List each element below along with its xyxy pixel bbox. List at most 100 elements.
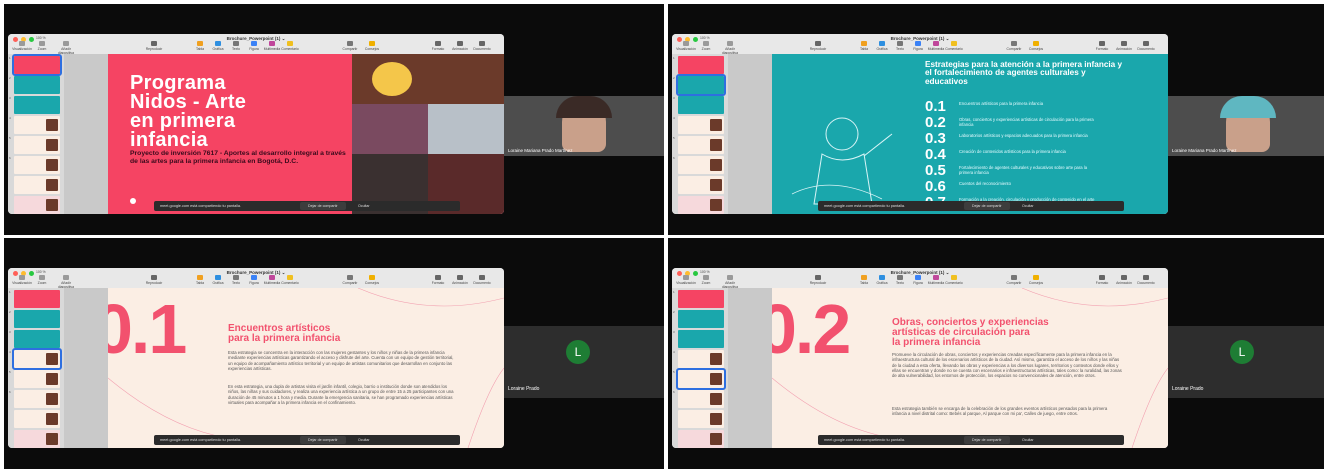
slide-thumbnail[interactable] <box>678 96 724 114</box>
toolbar-label: Consejos <box>364 281 380 285</box>
zoom-button[interactable]: Zoom <box>30 275 54 285</box>
slide-thumbnail[interactable] <box>676 74 726 96</box>
slide[interactable]: Programa Nidos - Arte en primera infancia Pr… <box>108 54 504 214</box>
strategy-item: 0.3 Laboratorios artísticos y espacios ad… <box>925 131 1125 148</box>
play-button[interactable]: Reproducir <box>142 41 166 51</box>
tips-button[interactable]: Consejos <box>360 41 384 51</box>
document-button[interactable]: Documento <box>470 275 494 285</box>
slide[interactable]: 0.2 Obras, conciertos y experiencias artís… <box>772 288 1168 448</box>
zoom-button[interactable]: Zoom <box>694 275 718 285</box>
hide-button[interactable]: Ocultar <box>1022 435 1034 445</box>
slide-thumbnail[interactable] <box>678 136 724 154</box>
play-button[interactable]: Reproducir <box>806 275 830 285</box>
slide-thumbnail[interactable] <box>678 330 724 348</box>
tips-button[interactable]: Consejos <box>360 275 384 285</box>
strategy-text: Fortalecimiento de agentes culturales y … <box>959 165 1088 175</box>
comment-button[interactable]: Comentario <box>278 41 302 51</box>
document-button[interactable]: Documento <box>1134 275 1158 285</box>
slide-thumbnail[interactable] <box>14 156 60 174</box>
play-button[interactable]: Reproducir <box>142 275 166 285</box>
slide-thumbnail[interactable] <box>676 368 726 390</box>
slide-thumbnail[interactable] <box>14 290 60 308</box>
thumbnail-image <box>46 159 58 171</box>
slide-thumbnail[interactable] <box>14 390 60 408</box>
animate-button[interactable]: Animación <box>1112 275 1136 285</box>
section-heading: Obras, conciertos y experiencias artístic… <box>892 318 1049 348</box>
slide-thumbnail[interactable] <box>14 176 60 194</box>
share-button[interactable]: Compartir <box>338 275 362 285</box>
document-button[interactable]: Documento <box>470 41 494 51</box>
format-button[interactable]: Formato <box>426 41 450 51</box>
slide-thumbnail[interactable] <box>14 310 60 328</box>
add-slide-button[interactable]: Añadir diapositiva <box>54 275 78 289</box>
strategy-text: Cuentos del reconocimiento <box>959 181 1011 186</box>
slide-thumbnail[interactable] <box>678 310 724 328</box>
slide-thumbnail[interactable] <box>678 156 724 174</box>
zoom-button[interactable]: Zoom <box>694 41 718 51</box>
format-icon <box>435 41 441 46</box>
slide-thumbnail[interactable] <box>14 330 60 348</box>
slide-thumbnail[interactable] <box>12 348 62 370</box>
animate-button[interactable]: Animación <box>448 275 472 285</box>
hide-button[interactable]: Ocultar <box>358 435 370 445</box>
slide-thumbnail[interactable] <box>14 116 60 134</box>
slide-thumbnail[interactable] <box>678 410 724 428</box>
comment-button[interactable]: Comentario <box>942 275 966 285</box>
slide[interactable]: Estrategias para la atención a la primer… <box>772 54 1168 214</box>
add-slide-button[interactable]: Añadir diapositiva <box>54 41 78 55</box>
slide-thumbnail[interactable] <box>14 96 60 114</box>
slide-thumbnail[interactable] <box>12 54 62 76</box>
thumbnail-image <box>46 179 58 191</box>
tips-button[interactable]: Consejos <box>1024 41 1048 51</box>
animate-button[interactable]: Animación <box>448 41 472 51</box>
share-button[interactable]: Compartir <box>1002 41 1026 51</box>
comment-button[interactable]: Comentario <box>942 41 966 51</box>
slide-thumbnail[interactable] <box>14 370 60 388</box>
hide-button[interactable]: Ocultar <box>358 201 370 211</box>
slide-navigator[interactable]: 1 2 3 4 5 6 <box>672 54 728 214</box>
stop-sharing-button[interactable]: Dejar de compartir <box>964 436 1010 444</box>
slide-thumbnail[interactable] <box>678 176 724 194</box>
toolbar-label: Documento <box>473 47 491 51</box>
format-button[interactable]: Formato <box>1090 275 1114 285</box>
stop-sharing-button[interactable]: Dejar de compartir <box>300 202 346 210</box>
slide-navigator[interactable]: 1 2 3 4 5 6 <box>8 54 64 214</box>
slide-thumbnail[interactable] <box>678 390 724 408</box>
slide-navigator[interactable]: 1 2 3 4 5 6 <box>672 288 728 448</box>
slide-navigator[interactable]: 1 2 3 4 5 6 <box>8 288 64 448</box>
tips-button[interactable]: Consejos <box>1024 275 1048 285</box>
format-button[interactable]: Formato <box>426 275 450 285</box>
slide-canvas: 0.1 Encuentros artísticos para la primera … <box>64 288 504 448</box>
format-button[interactable]: Formato <box>1090 41 1114 51</box>
slide-thumbnail[interactable] <box>678 290 724 308</box>
slide-thumbnail[interactable] <box>14 136 60 154</box>
slide-thumbnail[interactable] <box>678 350 724 368</box>
slide-thumbnail[interactable] <box>678 116 724 134</box>
slide-thumbnail[interactable] <box>678 56 724 74</box>
slide-thumbnail[interactable] <box>14 76 60 94</box>
share-button[interactable]: Compartir <box>338 41 362 51</box>
add-slide-button[interactable]: Añadir diapositiva <box>718 41 742 55</box>
add-slide-icon <box>63 41 69 46</box>
animate-button[interactable]: Animación <box>1112 41 1136 51</box>
slide-thumbnail[interactable] <box>14 430 60 448</box>
comment-button[interactable]: Comentario <box>278 275 302 285</box>
slide-thumbnail[interactable] <box>14 410 60 428</box>
body-paragraph: Esta estrategia también se encarga de la… <box>892 406 1108 417</box>
thumbnail-image <box>710 159 722 171</box>
add-slide-button[interactable]: Añadir diapositiva <box>718 275 742 289</box>
play-button[interactable]: Reproducir <box>806 41 830 51</box>
zoom-button[interactable]: Zoom <box>30 41 54 51</box>
slide-thumbnail[interactable] <box>678 196 724 214</box>
stop-sharing-button[interactable]: Dejar de compartir <box>300 436 346 444</box>
comment-icon <box>287 275 293 280</box>
slide[interactable]: 0.1 Encuentros artísticos para la primera … <box>108 288 504 448</box>
document-button[interactable]: Documento <box>1134 41 1158 51</box>
hide-button[interactable]: Ocultar <box>1022 201 1034 211</box>
window-toolbar: Brochure_Powerpoint (1) ⌄ Visualización Zo… <box>8 268 504 289</box>
slide-thumbnail[interactable] <box>14 196 60 214</box>
stop-sharing-button[interactable]: Dejar de compartir <box>964 202 1010 210</box>
slide-thumbnail[interactable] <box>678 430 724 448</box>
share-button[interactable]: Compartir <box>1002 275 1026 285</box>
document-icon <box>1143 41 1149 46</box>
